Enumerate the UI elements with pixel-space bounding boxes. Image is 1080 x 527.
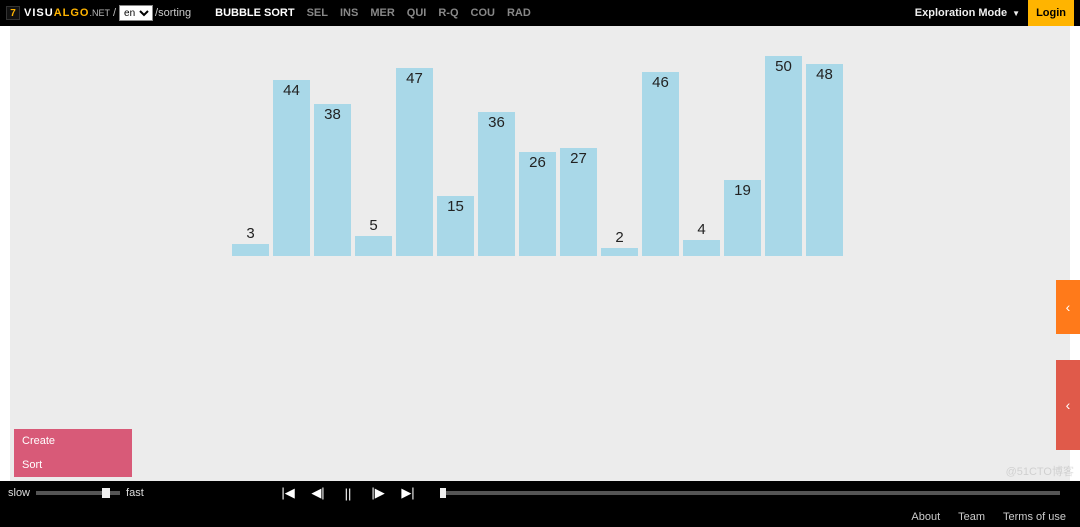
progress-slider[interactable] <box>440 491 1060 495</box>
bar-label: 2 <box>601 229 638 246</box>
visualization-stage: 3 4438 5 47 15 36 2627 2 46 4 19 5048 CreateSort <box>10 26 1070 481</box>
bar-label: 50 <box>765 58 802 75</box>
speed-slow-label: slow <box>8 487 30 499</box>
logo-visu: VISU <box>24 7 54 19</box>
logo-badge: 7 <box>6 6 20 20</box>
bar-label: 48 <box>806 66 843 83</box>
mode-dropdown[interactable]: Exploration Mode ▼ <box>915 7 1020 19</box>
bar: 4 <box>683 240 720 256</box>
bar-label: 3 <box>232 225 269 242</box>
bar: 48 <box>806 64 843 256</box>
bar-label: 26 <box>519 154 556 171</box>
progress-thumb[interactable] <box>440 488 446 498</box>
bar-label: 27 <box>560 150 597 167</box>
bar-label: 5 <box>355 217 392 234</box>
login-button[interactable]: Login <box>1028 0 1074 26</box>
bar: 46 <box>642 72 679 256</box>
algo-tab-r-q[interactable]: R-Q <box>438 7 458 19</box>
go-to-end-button[interactable]: ▶| <box>400 485 416 501</box>
bar-label: 15 <box>437 198 474 215</box>
algo-tab-qui[interactable]: QUI <box>407 7 427 19</box>
mode-label: Exploration Mode <box>915 7 1007 19</box>
logo-algo: ALGO <box>54 7 90 19</box>
bar: 3 <box>232 244 269 256</box>
action-sort[interactable]: Sort <box>14 453 132 477</box>
bar: 36 <box>478 112 515 256</box>
algo-tab-cou[interactable]: COU <box>471 7 495 19</box>
bar: 26 <box>519 152 556 256</box>
chevron-left-icon: ‹ <box>1066 397 1071 413</box>
bar: 5 <box>355 236 392 256</box>
speed-slider[interactable] <box>36 491 120 495</box>
step-back-button[interactable]: ◀| <box>310 485 326 501</box>
bar-label: 19 <box>724 182 761 199</box>
go-to-start-button[interactable]: |◀ <box>280 485 296 501</box>
algorithm-tabs: BUBBLE SORT SEL INS MER QUI R-Q COU RAD <box>215 7 531 19</box>
slash-1: / <box>113 7 116 19</box>
action-panel: CreateSort <box>14 429 132 477</box>
logo-suffix: .NET <box>89 8 110 18</box>
bottom-bar: slow fast |◀ ◀| || |▶ ▶| About Team Terms … <box>0 481 1080 527</box>
bar-label: 44 <box>273 82 310 99</box>
right-panel-toggle-top[interactable]: ‹ <box>1056 280 1080 334</box>
algo-tab-bubble-sort[interactable]: BUBBLE SORT <box>215 7 294 19</box>
bar-label: 46 <box>642 74 679 91</box>
bar: 2 <box>601 248 638 256</box>
bar-label: 4 <box>683 221 720 238</box>
algo-tab-rad[interactable]: RAD <box>507 7 531 19</box>
breadcrumb-path[interactable]: /sorting <box>155 7 191 19</box>
bar-chart: 3 4438 5 47 15 36 2627 2 46 4 19 5048 <box>232 46 852 256</box>
bar: 27 <box>560 148 597 256</box>
footer-links: About Team Terms of use <box>911 511 1066 523</box>
algo-tab-ins[interactable]: INS <box>340 7 358 19</box>
footer-link-team[interactable]: Team <box>958 511 985 523</box>
bar: 15 <box>437 196 474 256</box>
chevron-left-icon: ‹ <box>1066 299 1071 315</box>
algo-tab-mer[interactable]: MER <box>370 7 394 19</box>
chevron-down-icon: ▼ <box>1012 9 1020 18</box>
bar-label: 36 <box>478 114 515 131</box>
step-forward-button[interactable]: |▶ <box>370 485 386 501</box>
speed-fast-label: fast <box>126 487 144 499</box>
bar-label: 38 <box>314 106 351 123</box>
algo-tab-sel[interactable]: SEL <box>307 7 328 19</box>
playback-controls: |◀ ◀| || |▶ ▶| <box>280 485 416 501</box>
action-create[interactable]: Create <box>14 429 132 453</box>
bar-label: 47 <box>396 70 433 87</box>
speed-slider-thumb[interactable] <box>102 488 110 498</box>
bar: 19 <box>724 180 761 256</box>
footer-link-about[interactable]: About <box>911 511 940 523</box>
language-select[interactable]: en <box>119 5 153 21</box>
bar: 44 <box>273 80 310 256</box>
right-panel-toggle-bottom[interactable]: ‹ <box>1056 360 1080 450</box>
bar: 38 <box>314 104 351 256</box>
footer-link-terms-of-use[interactable]: Terms of use <box>1003 511 1066 523</box>
pause-button[interactable]: || <box>340 486 356 501</box>
site-logo[interactable]: VISUALGO.NET <box>24 7 110 19</box>
speed-control: slow fast <box>8 487 144 499</box>
bar: 47 <box>396 68 433 256</box>
top-bar: 7 VISUALGO.NET / en /sorting BUBBLE SORT… <box>0 0 1080 26</box>
bar: 50 <box>765 56 802 256</box>
